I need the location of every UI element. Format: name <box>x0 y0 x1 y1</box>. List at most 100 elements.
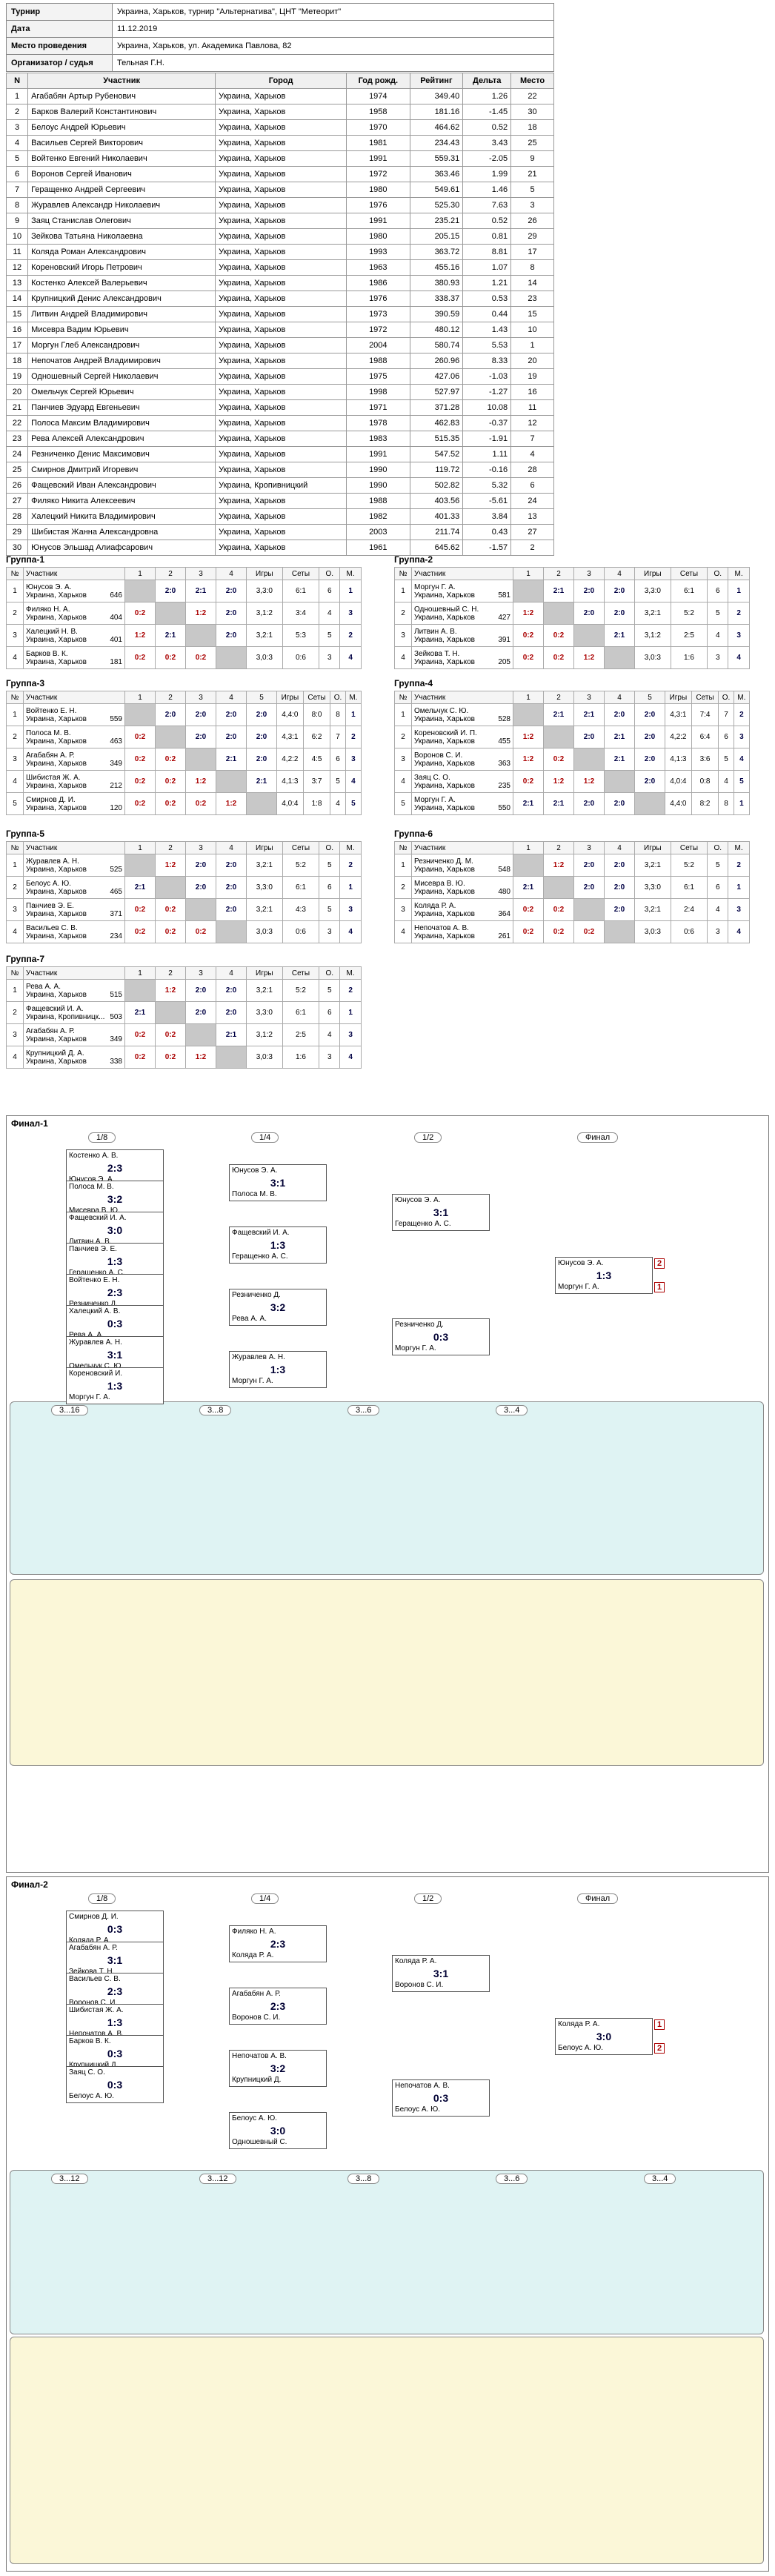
participant-name[interactable]: Моргун Г. А. <box>414 796 510 804</box>
stat-sets: 8:2 <box>691 792 719 815</box>
row-number: 2 <box>6 726 24 748</box>
participant-city: Украина, Харьков <box>414 591 475 600</box>
participant-rating: 363 <box>498 759 510 768</box>
score-value: 0:2 <box>522 777 534 786</box>
match-score: 1:2 <box>155 854 186 877</box>
match-score: 0:2 <box>185 792 216 815</box>
match-box[interactable]: Юнусов Э. А. 3:1 Геращенко А. С. <box>392 1194 490 1231</box>
participant-name[interactable]: Агабабян А. Р. <box>26 1027 122 1035</box>
participant-city: Украина, Харьков <box>26 803 87 812</box>
match-score: 2:1 <box>513 792 544 815</box>
match-box[interactable]: Юнусов Э. А. 1:3 Моргун Г. А. <box>555 1257 653 1294</box>
score-value: 2:1 <box>613 755 625 763</box>
match-score: 3:0 <box>596 2031 612 2042</box>
score-value: 2:0 <box>256 755 267 763</box>
player-row: 8 Журавлев Александр Николаевич Украина, Х… <box>5 197 554 213</box>
player-cell: 455.16 <box>409 259 464 276</box>
consolation-band <box>10 2170 764 2334</box>
participant-name[interactable]: Непочатов А. В. <box>414 924 510 932</box>
match-box[interactable]: Юнусов Э. А. 3:1 Полоса М. В. <box>229 1164 327 1201</box>
stat-o: 5 <box>319 854 341 877</box>
stat-m: 4 <box>339 920 362 943</box>
participant-name[interactable]: Воронов С. И. <box>414 751 510 760</box>
match-box[interactable]: Заяц С. О. 0:3 Белоус А. Ю. <box>66 2066 164 2103</box>
match-score: 0:3 <box>107 2048 123 2059</box>
participant-name[interactable]: Крупницкий Д. А. <box>26 1049 122 1058</box>
score-value: 2:0 <box>583 733 595 741</box>
player-cell: 1975 <box>346 368 410 385</box>
consolation-round-label: 3...16 <box>51 1405 88 1415</box>
player-row: 24 Резниченко Денис Максимович Украина, Ха… <box>5 446 554 462</box>
match-score <box>604 770 635 793</box>
participant-name[interactable]: Полоса М. В. <box>26 729 122 737</box>
score-value: 1:2 <box>195 1053 207 1061</box>
score-value: 2:0 <box>164 711 176 719</box>
match-player-b: Моргун Г. А. <box>558 1283 599 1291</box>
participant-name[interactable]: Литвин А. В. <box>414 628 510 636</box>
participant-name[interactable]: Войтенко Е. Н. <box>26 707 122 715</box>
match-box[interactable]: Журавлев А. Н. 1:3 Моргун Г. А. <box>229 1351 327 1388</box>
match-box[interactable]: Белоус А. Ю. 3:0 Одношевный С. <box>229 2112 327 2149</box>
player-row: 5 Войтенко Евгений Николаевич Украина, Хар… <box>5 150 554 167</box>
match-box[interactable]: Агабабян А. Р. 2:3 Воронов С. И. <box>229 1988 327 2025</box>
participant-name[interactable]: Зейкова Т. Н. <box>414 650 510 658</box>
participant-name[interactable]: Юнусов Э. А. <box>26 583 122 591</box>
match-box[interactable]: Фащевский И. А. 1:3 Геращенко А. С. <box>229 1226 327 1264</box>
participant-name[interactable]: Халецкий Н. В. <box>26 628 122 636</box>
round-label: Финал <box>577 1132 619 1143</box>
participant-name[interactable]: Заяц С. О. <box>414 774 510 782</box>
participant-name[interactable]: Коляда Р. А. <box>414 902 510 910</box>
match-box[interactable]: Резниченко Д. 0:3 Моргун Г. А. <box>392 1318 490 1355</box>
participant-name[interactable]: Васильев С. В. <box>26 924 122 932</box>
col-sets: Сеты <box>282 841 320 854</box>
match-box[interactable]: Непочатов А. В. 0:3 Белоус А. Ю. <box>392 2079 490 2117</box>
col-name: Участник <box>411 567 513 580</box>
participant-name[interactable]: Агабабян А. Р. <box>26 751 122 760</box>
score-value: 0:2 <box>522 654 534 662</box>
score-value: 2:0 <box>195 883 207 892</box>
match-score: 1:3 <box>107 1255 123 1267</box>
participant-name[interactable]: Одношевный С. Н. <box>414 605 510 614</box>
match-box[interactable]: Коляда Р. А. 3:0 Белоус А. Ю. <box>555 2018 653 2055</box>
participant-name[interactable]: Моргун Г. А. <box>414 583 510 591</box>
match-box[interactable]: Коляда Р. А. 3:1 Воронов С. И. <box>392 1955 490 1992</box>
participant-name[interactable]: Шибистая Ж. А. <box>26 774 122 782</box>
player-cell: 549.61 <box>409 182 464 198</box>
group-row: 2 Кореновский И. П. Украина, Харьков 455 1:2… <box>394 726 751 748</box>
participant-name[interactable]: Фащевский И. А. <box>26 1005 122 1013</box>
group-row: 2 Мисевра В. Ю. Украина, Харьков 480 2:1 2:0 2… <box>394 876 750 899</box>
participant-name[interactable]: Барков В. К. <box>26 650 122 658</box>
player-row: 4 Васильев Сергей Викторович Украина, Харь… <box>5 135 554 151</box>
player-cell: 480.12 <box>409 322 464 338</box>
match-box[interactable]: Резниченко Д. 3:2 Рева А. А. <box>229 1289 327 1326</box>
match-score <box>155 602 186 625</box>
participant-rating: 465 <box>110 887 122 896</box>
participant-rating: 559 <box>110 714 122 723</box>
participant-name[interactable]: Резниченко Д. М. <box>414 857 510 866</box>
participant-name[interactable]: Мисевра В. Ю. <box>414 880 510 888</box>
player-cell: 30 <box>5 540 29 556</box>
participant-sub: Украина, Харьков 349 <box>26 1035 122 1043</box>
match-box[interactable]: Кореновский И. 1:3 Моргун Г. А. <box>66 1367 164 1404</box>
participant-name[interactable]: Филяко Н. А. <box>26 605 122 614</box>
stat-o: 6 <box>319 1001 341 1024</box>
stat-games: 4,1:3 <box>276 770 304 793</box>
player-cell: 1976 <box>346 291 410 307</box>
participant-name[interactable]: Панчиев Э. Е. <box>26 902 122 910</box>
player-cell: 1982 <box>346 508 410 525</box>
participant-name[interactable]: Рева А. А. <box>26 983 122 991</box>
score-value: 1:2 <box>522 733 534 741</box>
participant-name[interactable]: Омельчук С. Ю. <box>414 707 510 715</box>
participant-name[interactable]: Смирнов Д. И. <box>26 796 122 804</box>
participant-name[interactable]: Белоус А. Ю. <box>26 880 122 888</box>
match-score: 2:0 <box>573 876 605 899</box>
match-box[interactable]: Непочатов А. В. 3:2 Крупницкий Д. <box>229 2050 327 2087</box>
participant-name[interactable]: Кореновский И. П. <box>414 729 510 737</box>
final-place-b: 1 <box>654 1282 665 1292</box>
player-row: 21 Панчиев Эдуард Евгеньевич Украина, Харь… <box>5 399 554 416</box>
participant-name[interactable]: Журавлев А. Н. <box>26 857 122 866</box>
match-box[interactable]: Филяко Н. А. 2:3 Коляда Р. А. <box>229 1925 327 1962</box>
score-value: 0:2 <box>134 777 146 786</box>
match-score: 0:2 <box>185 920 216 943</box>
consolation-band-lower <box>10 2337 764 2564</box>
